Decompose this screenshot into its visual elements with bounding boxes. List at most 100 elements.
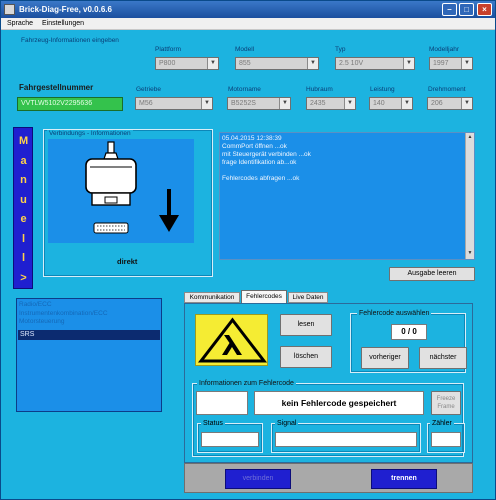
read-button[interactable]: lesen	[280, 314, 332, 336]
model-year-label: Modelljahr	[429, 46, 459, 53]
fault-info-label: Informationen zum Fehlercode	[197, 380, 296, 387]
torque-label: Drehmoment	[428, 86, 466, 93]
connect-button[interactable]: verbinden	[225, 469, 291, 489]
chevron-down-icon: ▼	[207, 58, 218, 69]
module-list[interactable]: Radio/ECC Instrumentenkombination/ECC Mo…	[16, 298, 162, 412]
manual-side-tab[interactable]: M a n u e l l >	[13, 127, 33, 289]
fault-select-label: Fehlercode auswählen	[357, 310, 432, 317]
side-letter: u	[20, 193, 27, 206]
torque-value: 206	[431, 100, 443, 107]
close-icon[interactable]: ×	[477, 3, 492, 16]
chevron-down-icon: ▼	[401, 98, 412, 109]
manual-letters: M a n u e l l >	[19, 132, 28, 288]
displacement-value: 2435	[310, 100, 326, 107]
model-label: Modell	[235, 46, 255, 53]
connection-mode: direkt	[117, 257, 138, 266]
warning-icon	[195, 314, 268, 366]
app-window: Brick-Diag-Free, v0.0.6.6 – □ × Sprache …	[0, 0, 496, 500]
power-value: 140	[373, 100, 385, 107]
engine-name-label: Motorname	[228, 86, 261, 93]
tab-kommunikation[interactable]: Kommunikation	[184, 292, 240, 303]
platform-value: P800	[159, 60, 176, 67]
chevron-down-icon: ▼	[279, 98, 290, 109]
engine-name-select[interactable]: B5252S ▼	[227, 97, 291, 110]
torque-select[interactable]: 206 ▼	[427, 97, 473, 110]
chevron-down-icon: ▼	[201, 98, 212, 109]
counter-label: Zähler	[430, 420, 454, 427]
side-letter: >	[20, 271, 27, 284]
delete-button[interactable]: löschen	[280, 346, 332, 368]
displacement-label: Hubraum	[306, 86, 333, 93]
module-items: Radio/ECC Instrumentenkombination/ECC Mo…	[19, 301, 108, 327]
transmission-select[interactable]: M56 ▼	[135, 97, 213, 110]
signal-field[interactable]	[275, 432, 417, 447]
counter-field[interactable]	[431, 432, 461, 447]
clear-output-button[interactable]: Ausgabe leeren	[389, 267, 475, 281]
log-line: CommPort öffnen ...ok	[222, 143, 287, 150]
transmission-value: M56	[139, 100, 153, 107]
fault-counter: 0 / 0	[391, 324, 427, 340]
connection-diagram	[48, 139, 194, 243]
type-select[interactable]: 2.5 10V ▼	[335, 57, 415, 70]
disconnect-button[interactable]: trennen	[371, 469, 437, 489]
previous-button[interactable]: vorheriger	[361, 347, 409, 369]
log-output[interactable]: 05.04.2015 12:38:39 CommPort öffnen ...o…	[219, 132, 475, 260]
vehicle-group-label: Fahrzeug-Informationen eingeben	[21, 37, 119, 44]
chevron-down-icon: ▼	[344, 98, 355, 109]
window-title: Brick-Diag-Free, v0.0.6.6	[19, 5, 112, 14]
list-item[interactable]: Motorsteuerung	[19, 318, 108, 327]
side-letter: M	[19, 135, 29, 147]
vin-label: Fahrgestellnummer	[19, 83, 94, 92]
menu-sprache[interactable]: Sprache	[7, 18, 33, 30]
freeze-frame-button[interactable]: Freeze Frame	[431, 391, 461, 415]
signal-label: Signal	[275, 420, 299, 427]
side-letter: a	[20, 154, 27, 167]
warning-triangle-icon	[197, 317, 268, 363]
displacement-select[interactable]: 2435 ▼	[306, 97, 356, 110]
title-bar: Brick-Diag-Free, v0.0.6.6 – □ ×	[1, 1, 495, 18]
app-icon	[4, 4, 15, 15]
next-button[interactable]: nächster	[419, 347, 467, 369]
power-select[interactable]: 140 ▼	[369, 97, 413, 110]
menu-bar: Sprache Einstellungen	[1, 18, 495, 30]
log-line: frage Identifikation ab...ok	[222, 159, 297, 166]
log-scrollbar[interactable]: ▲ ▼	[465, 133, 474, 259]
model-year-value: 1997	[433, 60, 449, 67]
chevron-down-icon: ▼	[461, 98, 472, 109]
vin-field[interactable]: VVTLW5102V2295636	[17, 97, 123, 111]
log-line: Fehlercodes abfragen ...ok	[222, 175, 300, 182]
log-line: mit Steuergerät verbinden ...ok	[222, 151, 311, 158]
power-label: Leistung	[370, 86, 395, 93]
scroll-up-icon[interactable]: ▲	[467, 134, 473, 142]
log-text: 05.04.2015 12:38:39 CommPort öffnen ...o…	[222, 135, 458, 183]
tab-fehlercodes[interactable]: Fehlercodes	[241, 290, 287, 303]
transmission-label: Getriebe	[136, 86, 161, 93]
model-select[interactable]: 855 ▼	[235, 57, 319, 70]
engine-name-value: B5252S	[231, 100, 256, 107]
list-item[interactable]: Instrumentenkombination/ECC	[19, 310, 108, 319]
tab-live-daten[interactable]: Live Daten	[288, 292, 328, 303]
model-value: 855	[239, 60, 251, 67]
scroll-down-icon[interactable]: ▼	[467, 250, 473, 258]
platform-select[interactable]: P800 ▼	[155, 57, 219, 70]
fault-message-field[interactable]: kein Fehlercode gespeichert	[254, 391, 424, 415]
status-field[interactable]	[201, 432, 259, 447]
type-value: 2.5 10V	[339, 60, 364, 67]
fault-code-field[interactable]	[196, 391, 248, 415]
maximize-icon[interactable]: □	[459, 3, 474, 16]
side-letter: l	[21, 252, 26, 264]
platform-label: Plattform	[155, 46, 182, 53]
chevron-down-icon: ▼	[461, 58, 472, 69]
menu-einstellungen[interactable]: Einstellungen	[42, 18, 84, 30]
side-letter: l	[21, 232, 26, 245]
minimize-icon[interactable]: –	[442, 3, 457, 16]
side-letter: e	[20, 213, 27, 225]
arrow-down-icon	[159, 189, 179, 232]
list-item[interactable]: Radio/ECC	[19, 301, 108, 310]
model-year-select[interactable]: 1997 ▼	[429, 57, 473, 70]
chevron-down-icon: ▼	[307, 58, 318, 69]
side-letter: n	[20, 174, 27, 186]
chevron-down-icon: ▼	[403, 58, 414, 69]
list-item-selected[interactable]: SRS	[18, 330, 160, 340]
